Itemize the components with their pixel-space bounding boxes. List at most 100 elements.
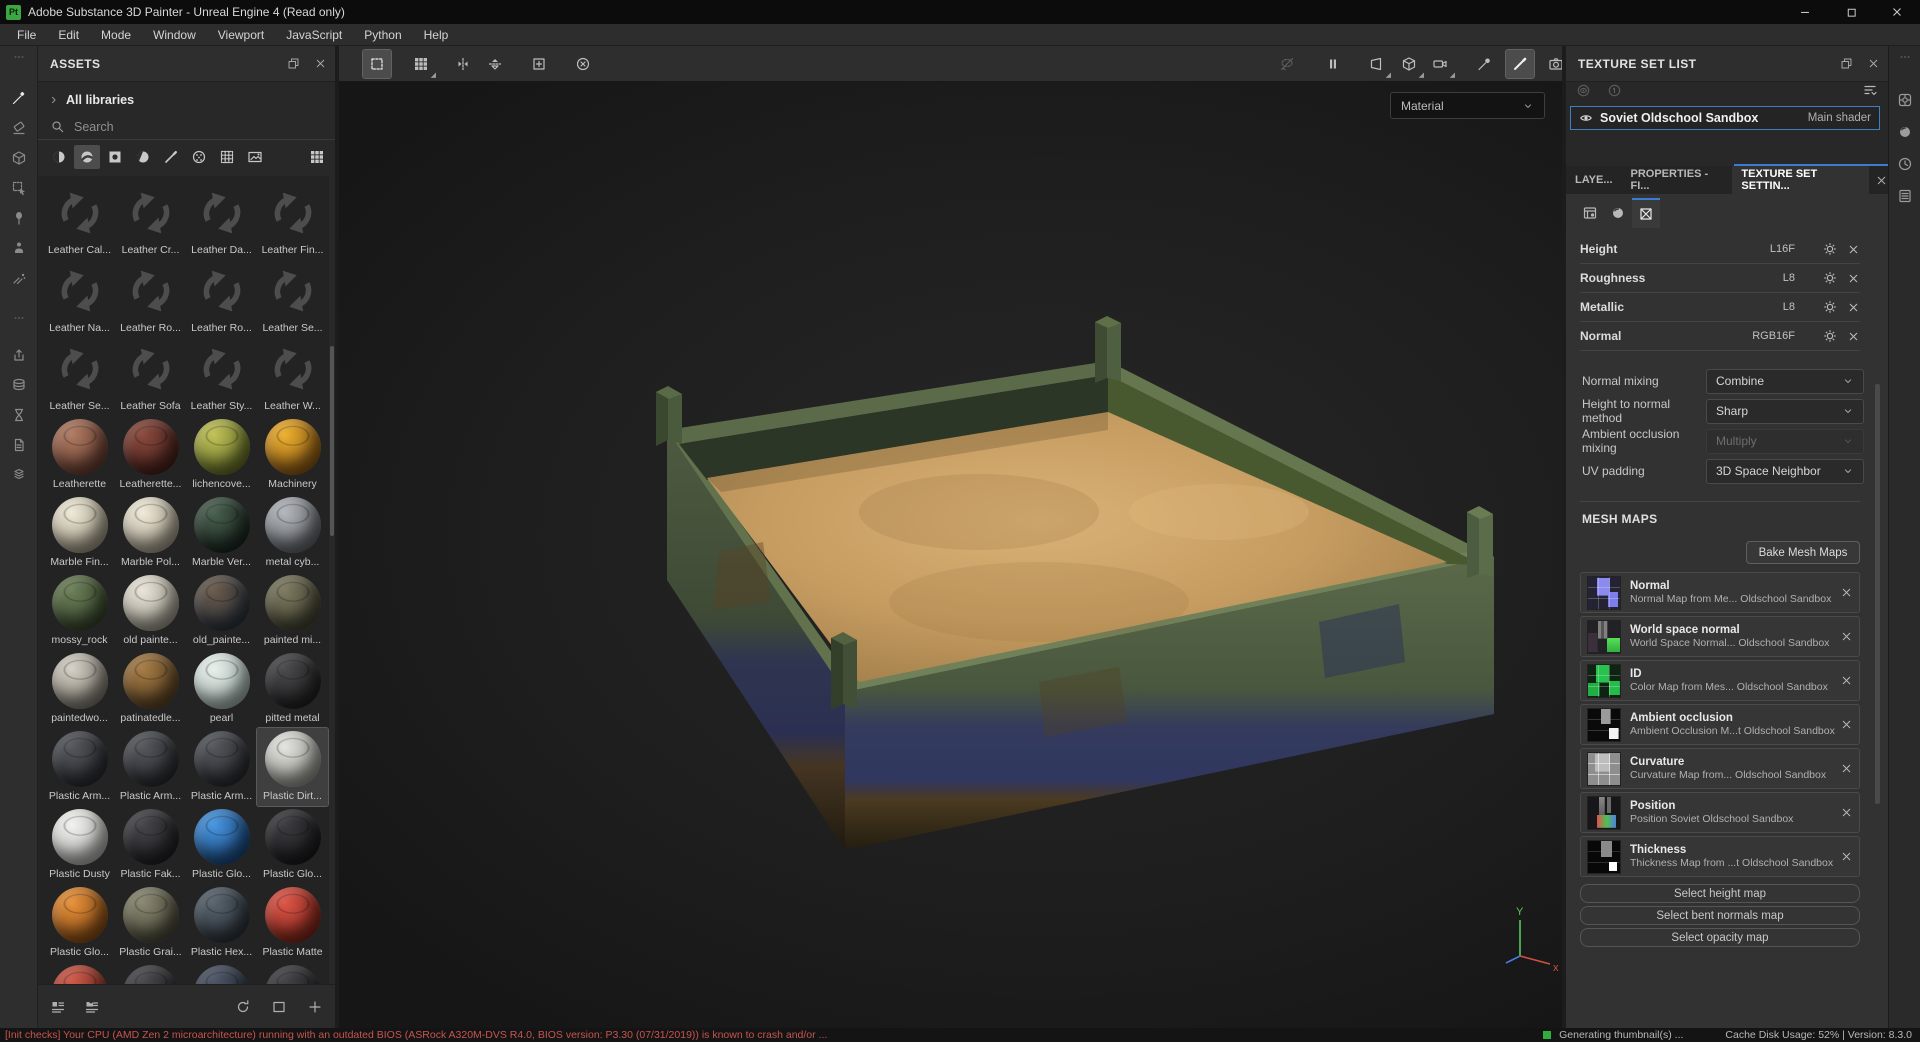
perspective-mode-button[interactable]: ◢: [1362, 50, 1391, 79]
menu-window[interactable]: Window: [142, 24, 207, 45]
asset-item[interactable]: Leather Ro...: [186, 260, 257, 338]
add-frame-button[interactable]: [525, 50, 553, 78]
mesh-map-card[interactable]: ID Color Map from Mes... Oldschool Sandbo…: [1580, 660, 1860, 701]
mesh-map-card[interactable]: Position Position Soviet Oldschool Sandbo…: [1580, 792, 1860, 833]
close-panel-icon[interactable]: [1867, 57, 1880, 70]
asset-item[interactable]: old_painte...: [186, 572, 257, 650]
export-shelf-button[interactable]: [0, 340, 38, 370]
log-button[interactable]: [1889, 181, 1920, 211]
eraser-tool[interactable]: [0, 113, 38, 143]
height-to-normal-method-select[interactable]: Sharp: [1706, 398, 1864, 424]
asset-item[interactable]: Leather W...: [257, 338, 328, 416]
mesh-subtab[interactable]: [1632, 198, 1660, 228]
eye-icon[interactable]: [1579, 111, 1593, 125]
tab-properties-fill[interactable]: PROPERTIES - FI...: [1622, 166, 1733, 194]
channel-settings-icon[interactable]: [1823, 271, 1837, 285]
select-height-map-button[interactable]: Select height map: [1580, 884, 1860, 903]
docpage-shelf-button[interactable]: [0, 430, 38, 460]
alphas-filter[interactable]: [186, 145, 212, 169]
shader-settings-button[interactable]: [1889, 117, 1920, 147]
display-settings-button[interactable]: [1889, 85, 1920, 115]
smart-materials-filter[interactable]: [74, 145, 100, 169]
camera-mode-button[interactable]: ◢: [1426, 50, 1455, 79]
panel-scrollbar[interactable]: [1875, 384, 1880, 804]
symmetry-y-button[interactable]: [481, 50, 509, 78]
asset-item[interactable]: Plastic Glo...: [186, 806, 257, 884]
asset-item[interactable]: Plastic Glo...: [257, 806, 328, 884]
mesh-map-remove-icon[interactable]: [1840, 674, 1853, 687]
maps-subtab[interactable]: [1576, 198, 1604, 228]
uv-padding-select[interactable]: 3D Space Neighbor: [1706, 458, 1864, 484]
hourglass-shelf-button[interactable]: [0, 400, 38, 430]
asset-item[interactable]: Leather Na...: [44, 260, 115, 338]
filters-filter[interactable]: [130, 145, 156, 169]
asset-item[interactable]: [186, 962, 257, 984]
mesh-map-remove-icon[interactable]: [1840, 806, 1853, 819]
asset-item[interactable]: Plastic Matte: [257, 884, 328, 962]
projection-tool[interactable]: [0, 143, 38, 173]
lasso-disabled-button[interactable]: [1273, 50, 1301, 78]
channel-remove-icon[interactable]: [1847, 330, 1860, 343]
tab-layers[interactable]: LAYE...: [1566, 166, 1622, 194]
asset-item[interactable]: [44, 962, 115, 984]
channel-format[interactable]: L8: [1700, 272, 1813, 284]
material-subtab[interactable]: [1604, 198, 1632, 228]
toggle-all-visibility-icon[interactable]: [1576, 83, 1591, 98]
asset-item[interactable]: Leatherette: [44, 416, 115, 494]
asset-item[interactable]: Leather Fin...: [257, 182, 328, 260]
stack-shelf-button[interactable]: [0, 370, 38, 400]
history-button[interactable]: [1889, 149, 1920, 179]
materials-filter[interactable]: [46, 145, 72, 169]
assets-scrollbar[interactable]: [330, 346, 334, 536]
asset-item[interactable]: lichencove...: [186, 416, 257, 494]
procedurals-filter[interactable]: [214, 145, 240, 169]
grip-icon[interactable]: [0, 311, 38, 325]
menu-help[interactable]: Help: [413, 24, 460, 45]
frame-view-icon[interactable]: [271, 999, 287, 1015]
float-panel-icon[interactable]: [1840, 57, 1853, 70]
asset-item[interactable]: Leather Se...: [257, 260, 328, 338]
channel-settings-icon[interactable]: [1823, 300, 1837, 314]
physical-paint-button[interactable]: [1470, 50, 1498, 78]
asset-item[interactable]: old painte...: [115, 572, 186, 650]
channel-remove-icon[interactable]: [1847, 301, 1860, 314]
asset-item[interactable]: pearl: [186, 650, 257, 728]
pause-engine-button[interactable]: [1319, 50, 1347, 78]
material-dropdown[interactable]: Material: [1390, 92, 1545, 119]
asset-item[interactable]: Plastic Fak...: [115, 806, 186, 884]
asset-item[interactable]: Plastic Arm...: [115, 728, 186, 806]
mesh-map-remove-icon[interactable]: [1840, 718, 1853, 731]
asset-item[interactable]: mossy_rock: [44, 572, 115, 650]
refresh-assets-icon[interactable]: [235, 999, 251, 1015]
asset-item[interactable]: Leather Ro...: [115, 260, 186, 338]
asset-item[interactable]: metal cyb...: [257, 494, 328, 572]
asset-item[interactable]: Plastic Dusty: [44, 806, 115, 884]
tab-texture-set-settings[interactable]: TEXTURE SET SETTIN...: [1732, 166, 1869, 194]
mesh-map-card[interactable]: Thickness Thickness Map from ...t Oldscho…: [1580, 836, 1860, 877]
geometry-mode-button[interactable]: ◢: [1395, 50, 1424, 79]
mesh-map-remove-icon[interactable]: [1840, 630, 1853, 643]
asset-item[interactable]: Leather Sofa: [115, 338, 186, 416]
menu-edit[interactable]: Edit: [47, 24, 90, 45]
asset-item[interactable]: Plastic Arm...: [186, 728, 257, 806]
texture-set-item[interactable]: Soviet Oldschool Sandbox Main shader: [1570, 106, 1880, 130]
quick-select-grid-button[interactable]: ◢: [407, 50, 436, 79]
close-tab-icon[interactable]: [1875, 174, 1888, 187]
particle-tool[interactable]: [0, 263, 38, 293]
asset-item[interactable]: Plastic Arm...: [44, 728, 115, 806]
close-panel-icon[interactable]: [314, 57, 327, 70]
reset-view-button[interactable]: [569, 50, 597, 78]
add-asset-icon[interactable]: [307, 999, 323, 1015]
mesh-map-card[interactable]: World space normal World Space Normal... …: [1580, 616, 1860, 657]
channel-settings-icon[interactable]: [1823, 242, 1837, 256]
search-input[interactable]: [74, 119, 274, 134]
menu-mode[interactable]: Mode: [90, 24, 142, 45]
grip-icon[interactable]: [1889, 50, 1920, 64]
clone-tool[interactable]: [0, 233, 38, 263]
asset-item[interactable]: [115, 962, 186, 984]
asset-item[interactable]: Marble Pol...: [115, 494, 186, 572]
minimize-button[interactable]: [1782, 0, 1828, 24]
asset-item[interactable]: patinatedle...: [115, 650, 186, 728]
asset-item[interactable]: Plastic Hex...: [186, 884, 257, 962]
filter-list-icon[interactable]: [1862, 82, 1878, 98]
